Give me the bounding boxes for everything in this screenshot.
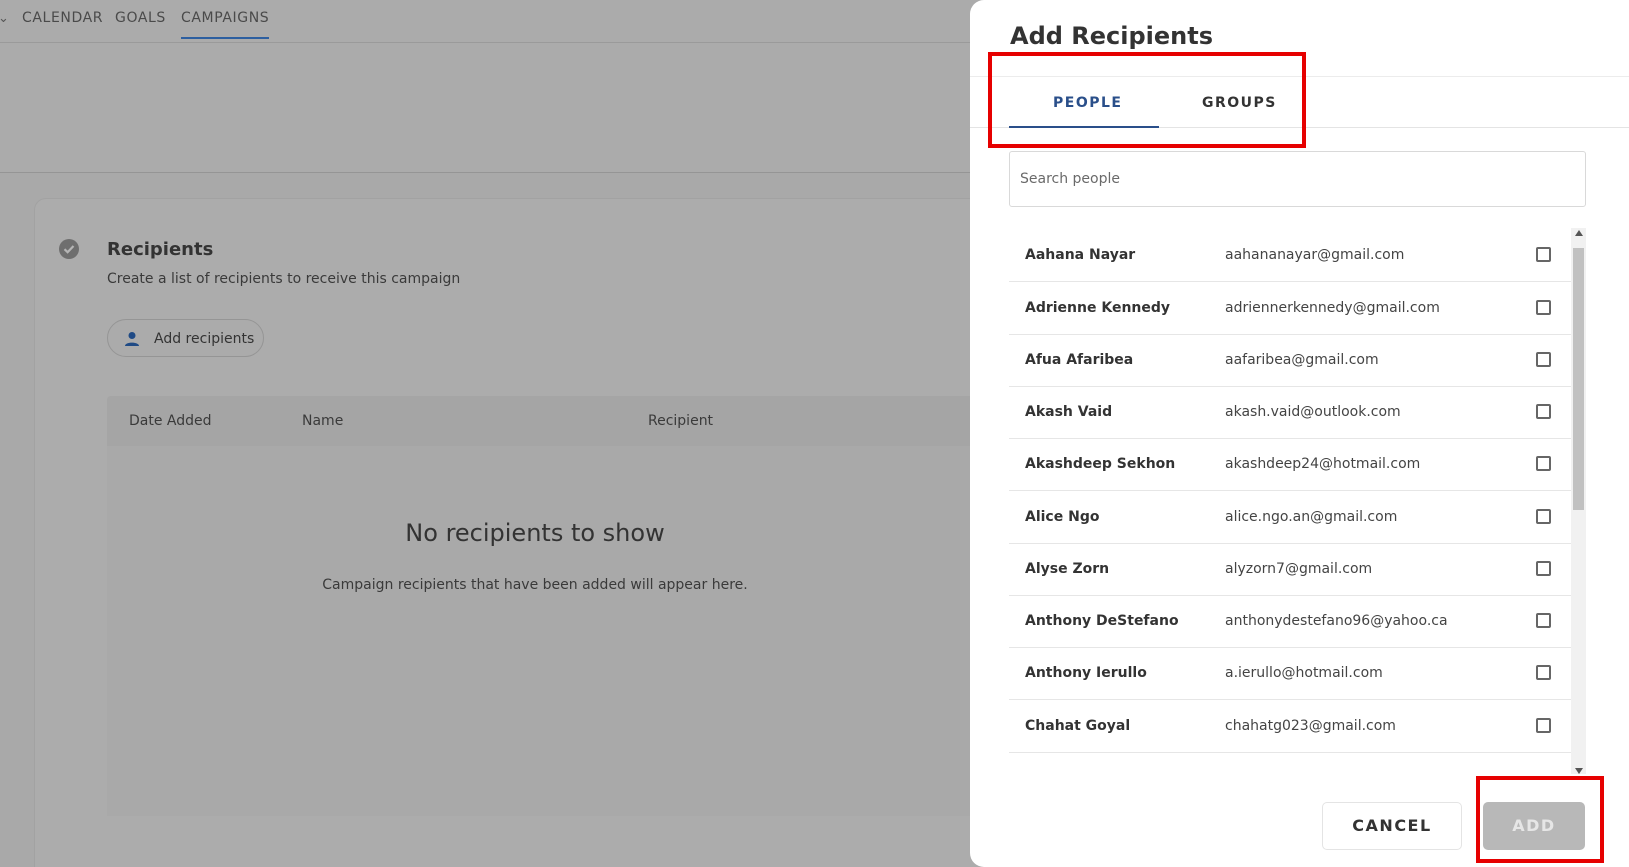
person-name: Anthony Ierullo xyxy=(1025,665,1147,681)
list-item[interactable]: Adrienne Kennedy adriennerkennedy@gmail.… xyxy=(1009,281,1571,335)
person-email: alice.ngo.an@gmail.com xyxy=(1225,509,1398,525)
list-item[interactable]: Alyse Zorn alyzorn7@gmail.com xyxy=(1009,542,1571,596)
recipients-card: Recipients Create a list of recipients t… xyxy=(34,198,1037,867)
select-checkbox[interactable] xyxy=(1536,352,1551,367)
column-recipient[interactable]: Recipient xyxy=(648,413,713,429)
person-name: Alyse Zorn xyxy=(1025,561,1110,577)
highlight-box-tabs xyxy=(988,52,1306,148)
select-checkbox[interactable] xyxy=(1536,665,1551,680)
scroll-down-arrow-icon[interactable] xyxy=(1575,768,1583,774)
nav-item-campaigns[interactable]: CAMPAIGNS xyxy=(181,10,270,39)
person-email: aahananayar@gmail.com xyxy=(1225,247,1405,263)
person-email: anthonydestefano96@yahoo.ca xyxy=(1225,613,1448,629)
person-name: Aahana Nayar xyxy=(1025,247,1136,263)
scroll-up-arrow-icon[interactable] xyxy=(1575,230,1583,236)
person-icon xyxy=(124,331,140,352)
list-item[interactable]: Akashdeep Sekhon akashdeep24@hotmail.com xyxy=(1009,437,1571,491)
add-recipients-button[interactable]: Add recipients xyxy=(107,319,264,357)
highlight-box-add xyxy=(1476,776,1604,863)
person-name: Chahat Goyal xyxy=(1025,718,1131,734)
list-item[interactable]: Aahana Nayar aahananayar@gmail.com xyxy=(1009,228,1571,282)
search-input[interactable] xyxy=(1010,152,1585,206)
list-item[interactable]: Chahat Goyal chahatg023@gmail.com xyxy=(1009,699,1571,753)
select-checkbox[interactable] xyxy=(1536,561,1551,576)
select-checkbox[interactable] xyxy=(1536,300,1551,315)
person-name: Anthony DeStefano xyxy=(1025,613,1179,629)
select-checkbox[interactable] xyxy=(1536,613,1551,628)
scrollbar-thumb[interactable] xyxy=(1573,248,1584,510)
recipients-table-header: Date Added Name Recipient xyxy=(107,396,1037,446)
recipients-table-body xyxy=(107,446,1037,816)
list-item[interactable]: Anthony Ierullo a.ierullo@hotmail.com xyxy=(1009,646,1571,700)
select-checkbox[interactable] xyxy=(1536,718,1551,733)
section-title: Recipients xyxy=(107,239,214,260)
add-recipients-drawer: Add Recipients PEOPLE GROUPS Aahana Naya… xyxy=(970,0,1629,867)
check-circle-icon xyxy=(59,239,79,259)
list-item[interactable]: Alice Ngo alice.ngo.an@gmail.com xyxy=(1009,490,1571,544)
cancel-button[interactable]: CANCEL xyxy=(1322,802,1462,850)
section-subtitle: Create a list of recipients to receive t… xyxy=(107,271,461,287)
list-item[interactable]: Afua Afaribea aafaribea@gmail.com xyxy=(1009,333,1571,387)
person-email: chahatg023@gmail.com xyxy=(1225,718,1396,734)
search-people-field[interactable] xyxy=(1009,151,1586,207)
select-checkbox[interactable] xyxy=(1536,456,1551,471)
person-email: a.ierullo@hotmail.com xyxy=(1225,665,1383,681)
person-name: Akash Vaid xyxy=(1025,404,1113,420)
column-date-added[interactable]: Date Added xyxy=(129,413,212,429)
people-list: Aahana Nayar aahananayar@gmail.com Adrie… xyxy=(1009,228,1571,774)
column-name[interactable]: Name xyxy=(302,413,343,429)
list-item[interactable]: Akash Vaid akash.vaid@outlook.com xyxy=(1009,385,1571,439)
list-item[interactable]: Anthony DeStefano anthonydestefano96@yah… xyxy=(1009,594,1571,648)
person-email: akash.vaid@outlook.com xyxy=(1225,404,1401,420)
nav-item-calendar[interactable]: CALENDAR xyxy=(22,10,103,26)
person-email: adriennerkennedy@gmail.com xyxy=(1225,300,1440,316)
person-name: Akashdeep Sekhon xyxy=(1025,456,1176,472)
select-checkbox[interactable] xyxy=(1536,247,1551,262)
select-checkbox[interactable] xyxy=(1536,509,1551,524)
list-scrollbar[interactable] xyxy=(1571,228,1586,774)
person-email: akashdeep24@hotmail.com xyxy=(1225,456,1421,472)
person-name: Afua Afaribea xyxy=(1025,352,1134,368)
drawer-title: Add Recipients xyxy=(1010,22,1214,50)
person-email: alyzorn7@gmail.com xyxy=(1225,561,1373,577)
chevron-down-icon[interactable]: ⌄ xyxy=(0,10,9,26)
nav-item-goals[interactable]: GOALS xyxy=(115,10,166,26)
empty-state-subtitle: Campaign recipients that have been added… xyxy=(322,577,748,593)
empty-state-title: No recipients to show xyxy=(405,519,665,547)
person-name: Alice Ngo xyxy=(1025,509,1100,525)
add-recipients-label: Add recipients xyxy=(154,331,255,347)
select-checkbox[interactable] xyxy=(1536,404,1551,419)
person-name: Adrienne Kennedy xyxy=(1025,300,1171,316)
person-email: aafaribea@gmail.com xyxy=(1225,352,1379,368)
